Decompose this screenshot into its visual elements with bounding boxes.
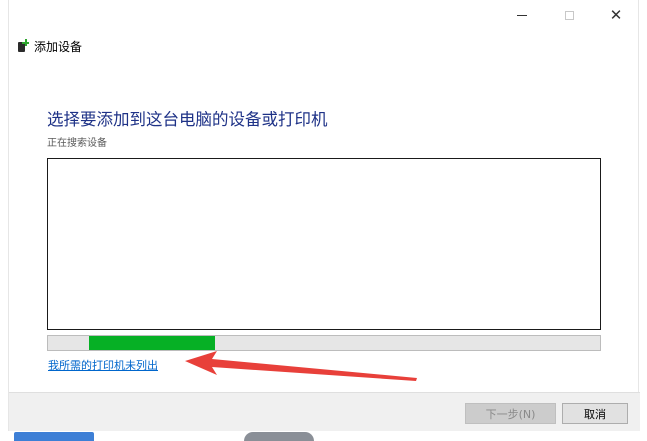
window-title: 添加设备 — [34, 39, 83, 54]
add-device-window: ✕ 添加设备 选择要添加到这台电脑的设备或打印机 正在搜索设备 我所需的打印机未… — [8, 0, 640, 431]
maximize-icon — [564, 10, 574, 20]
maximize-button[interactable] — [546, 0, 592, 30]
next-button[interactable]: 下一步(N) — [465, 403, 556, 424]
close-icon: ✕ — [609, 5, 623, 24]
minimize-button[interactable] — [499, 0, 545, 30]
window-title-row: 添加设备 — [17, 38, 82, 54]
page-heading: 选择要添加到这台电脑的设备或打印机 — [47, 110, 328, 129]
add-device-icon — [17, 39, 29, 53]
annotation-arrow-shape — [185, 351, 417, 381]
footer-bar: 下一步(N) 取消 — [9, 392, 640, 431]
search-status: 正在搜索设备 — [47, 138, 107, 149]
desktop-decor-left — [14, 432, 94, 441]
close-button[interactable]: ✕ — [593, 0, 639, 30]
printer-not-listed-link[interactable]: 我所需的打印机未列出 — [48, 357, 158, 373]
desktop-decor-mid — [244, 432, 314, 441]
search-progress-fill — [89, 336, 215, 350]
device-list[interactable] — [47, 158, 601, 330]
minimize-icon — [517, 14, 527, 16]
cancel-button[interactable]: 取消 — [562, 403, 628, 424]
search-progress-bar — [47, 335, 601, 351]
desktop-strip — [0, 431, 647, 441]
